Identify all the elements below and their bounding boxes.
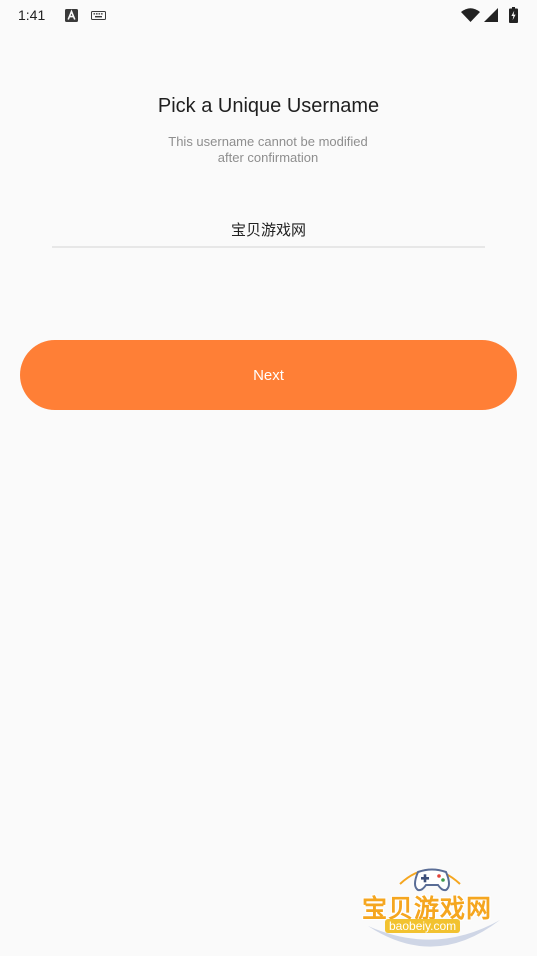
keyboard-icon — [91, 11, 106, 20]
watermark-domain: baobeiy.com — [385, 919, 461, 933]
watermark-logo: 宝贝游戏网 baobeiy.com — [360, 862, 510, 956]
status-bar: 1:41 — [0, 0, 537, 32]
text-a-icon — [65, 9, 78, 22]
page-title: Pick a Unique Username — [157, 95, 380, 117]
status-time: 1:41 — [18, 7, 46, 23]
username-input[interactable] — [52, 212, 485, 248]
battery-icon — [509, 7, 518, 23]
signal-icon — [484, 8, 498, 22]
page-subtitle: This username cannot be modified after c… — [118, 134, 418, 166]
wifi-icon — [461, 8, 480, 22]
subtitle-line-1: This username cannot be modified — [168, 134, 368, 149]
subtitle-line-2: after confirmation — [217, 150, 319, 165]
next-button[interactable]: Next — [20, 340, 517, 410]
